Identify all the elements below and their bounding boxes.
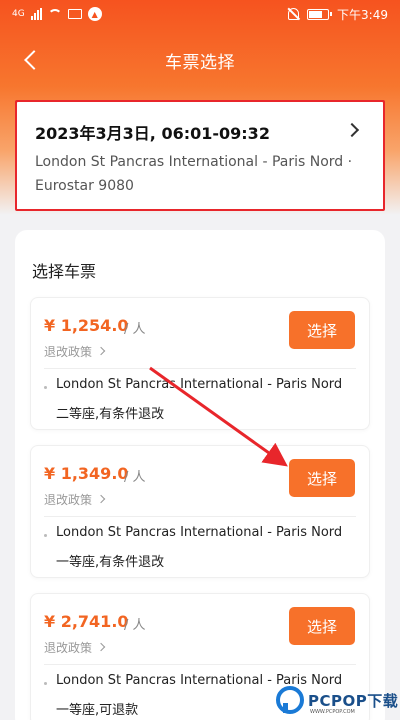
refund-policy-label: 退改政策: [44, 493, 93, 507]
select-button[interactable]: 选择: [289, 459, 355, 497]
trip-summary-card[interactable]: 2023年3月3日, 06:01-09:32 London St Pancras…: [15, 100, 385, 211]
nav-bar: 车票选择: [0, 40, 400, 80]
pcpop-logo-icon: [276, 686, 304, 714]
ticket-route: London St Pancras International - Paris …: [56, 525, 343, 540]
refund-policy-link[interactable]: 退改政策: [44, 343, 106, 360]
seat-class: 一等座,有条件退改: [56, 555, 165, 570]
seat-class: 一等座,可退款: [56, 703, 139, 718]
refund-policy-link[interactable]: 退改政策: [44, 491, 106, 508]
price-unit: / 人: [124, 618, 146, 633]
watermark-logo: PCPOP下载 WWW.PCPOP.COM: [276, 680, 400, 720]
divider: [44, 516, 356, 517]
network-label: 4G: [12, 9, 25, 19]
bullet-dot: [44, 682, 47, 685]
watermark-subtext: WWW.PCPOP.COM: [310, 709, 355, 715]
tickets-panel: 选择车票 ¥ 1,254.0 / 人 退改政策 选择 London St Pan…: [15, 230, 385, 720]
chevron-left-icon[interactable]: [22, 50, 40, 70]
price-unit: / 人: [124, 322, 146, 337]
watermark-text: PCPOP下载: [308, 691, 399, 710]
wifi-icon: [47, 9, 62, 19]
ticket-option: ¥ 1,349.0 / 人 退改政策 选择 London St Pancras …: [30, 445, 370, 578]
refund-policy-link[interactable]: 退改政策: [44, 639, 106, 656]
seat-class: 二等座,有条件退改: [56, 407, 165, 422]
bullet-dot: [44, 534, 47, 537]
bullet-dot: [44, 386, 47, 389]
mute-icon: [288, 8, 300, 20]
battery-icon: [307, 8, 333, 20]
refund-policy-label: 退改政策: [44, 345, 93, 359]
divider: [44, 664, 356, 665]
section-title: 选择车票: [32, 262, 97, 281]
chevron-right-icon: [96, 346, 106, 356]
app-badge-icon: ▲: [87, 7, 102, 21]
page-title: 车票选择: [165, 52, 235, 73]
ticket-price: ¥ 2,741.0: [44, 612, 129, 631]
status-bar: 4G ▲ 下午3:49: [0, 0, 400, 28]
select-button[interactable]: 选择: [289, 311, 355, 349]
trip-datetime: 2023年3月3日, 06:01-09:32: [35, 124, 270, 143]
signal-icon: [30, 8, 42, 20]
status-time: 下午3:49: [337, 7, 388, 22]
divider: [44, 368, 356, 369]
chevron-right-icon: [96, 642, 106, 652]
ticket-option: ¥ 1,254.0 / 人 退改政策 选择 London St Pancras …: [30, 297, 370, 430]
select-button[interactable]: 选择: [289, 607, 355, 645]
chevron-right-icon: [96, 494, 106, 504]
refund-policy-label: 退改政策: [44, 641, 93, 655]
mail-icon: [67, 9, 82, 19]
ticket-route: London St Pancras International - Paris …: [56, 377, 343, 392]
trip-route: London St Pancras International - Paris …: [35, 154, 353, 194]
ticket-price: ¥ 1,349.0: [44, 464, 129, 483]
price-unit: / 人: [124, 470, 146, 485]
ticket-price: ¥ 1,254.0: [44, 316, 129, 335]
